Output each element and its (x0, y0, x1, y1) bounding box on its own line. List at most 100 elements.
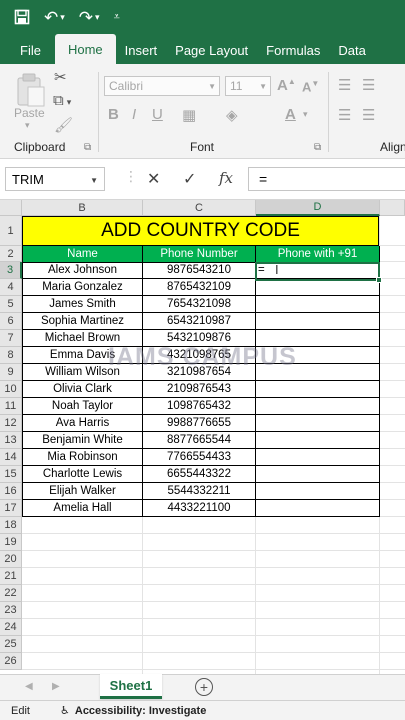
row-header-5[interactable]: 5 (0, 296, 22, 313)
phone-91-cell[interactable] (256, 347, 380, 364)
redo-icon[interactable]: ↷ ▾ (79, 9, 100, 26)
name-cell[interactable]: Amelia Hall (22, 500, 143, 517)
chevron-down-icon[interactable]: ▼ (90, 176, 98, 185)
borders-icon[interactable]: ▦ (182, 106, 196, 124)
select-all-corner[interactable] (0, 200, 22, 216)
align-top-icon[interactable]: ☰ (338, 76, 351, 94)
phone-91-cell[interactable] (256, 398, 380, 415)
row-header-21[interactable]: 21 (0, 568, 22, 585)
save-icon[interactable] (14, 9, 30, 25)
phone-cell[interactable]: 1098765432 (143, 398, 256, 415)
name-cell[interactable]: Ava Harris (22, 415, 143, 432)
phone-cell[interactable]: 7654321098 (143, 296, 256, 313)
row-header-12[interactable]: 12 (0, 415, 22, 432)
name-cell[interactable]: Mia Robinson (22, 449, 143, 466)
row-header-26[interactable]: 26 (0, 653, 22, 670)
tab-formulas[interactable]: Formulas (257, 36, 329, 64)
column-header-e[interactable] (380, 200, 405, 216)
phone-cell[interactable]: 6655443322 (143, 466, 256, 483)
row-header-6[interactable]: 6 (0, 313, 22, 330)
name-cell[interactable]: Noah Taylor (22, 398, 143, 415)
row-header-8[interactable]: 8 (0, 347, 22, 364)
name-cell[interactable]: Charlotte Lewis (22, 466, 143, 483)
phone-91-cell[interactable] (256, 330, 380, 347)
font-launcher-icon[interactable]: ⧉ (314, 142, 321, 153)
phone-91-cell[interactable] (256, 449, 380, 466)
name-box[interactable]: TRIM ▼ (5, 167, 105, 191)
tab-insert[interactable]: Insert (116, 36, 167, 64)
phone-91-cell[interactable] (256, 466, 380, 483)
undo-dropdown-icon[interactable]: ▾ (60, 12, 65, 22)
tab-file[interactable]: File (0, 36, 55, 64)
phone-91-cell[interactable] (256, 432, 380, 449)
row-header-4[interactable]: 4 (0, 279, 22, 296)
undo-icon[interactable]: ↶ ▾ (44, 9, 65, 26)
redo-dropdown-icon[interactable]: ▾ (95, 12, 100, 22)
sheet-next-icon[interactable]: ▶ (52, 681, 60, 692)
row-header-18[interactable]: 18 (0, 517, 22, 534)
phone-cell[interactable]: 7766554433 (143, 449, 256, 466)
add-sheet-icon[interactable]: + (195, 678, 213, 696)
row-header-11[interactable]: 11 (0, 398, 22, 415)
fill-handle[interactable] (376, 277, 382, 283)
row-header-15[interactable]: 15 (0, 466, 22, 483)
underline-icon[interactable]: U (152, 106, 163, 123)
header-cell-name[interactable]: Name (22, 246, 143, 263)
row-header-19[interactable]: 19 (0, 534, 22, 551)
name-cell[interactable]: Olivia Clark (22, 381, 143, 398)
name-cell[interactable]: Maria Gonzalez (22, 279, 143, 296)
tab-data[interactable]: Data (329, 36, 374, 64)
row-header-22[interactable]: 22 (0, 585, 22, 602)
tab-page-layout[interactable]: Page Layout (166, 36, 257, 64)
increase-font-icon[interactable]: A▲ (277, 77, 296, 94)
phone-cell[interactable]: 9988776655 (143, 415, 256, 432)
customize-icon[interactable]: ⩡ (114, 11, 120, 23)
row-header-3[interactable]: 3 (0, 262, 22, 279)
phone-91-cell[interactable] (256, 313, 380, 330)
row-header-9[interactable]: 9 (0, 364, 22, 381)
accessibility-status[interactable]: ♿ Accessibility: Investigate (60, 704, 206, 718)
font-name-box[interactable]: Calibri ▼ (104, 76, 220, 96)
name-cell[interactable]: William Wilson (22, 364, 143, 381)
phone-cell[interactable]: 2109876543 (143, 381, 256, 398)
row-header-2[interactable]: 2 (0, 246, 22, 262)
row-header-23[interactable]: 23 (0, 602, 22, 619)
phone-91-cell[interactable] (256, 483, 380, 500)
spreadsheet-grid[interactable]: B C D 1 2 3 4 5 6 7 8 9 10 11 12 13 14 15 16 17 18 19 20 21 2… (0, 200, 405, 674)
sheet-title-cell[interactable]: ADD COUNTRY CODE (22, 216, 379, 246)
align-middle-icon[interactable]: ☰ (362, 76, 375, 94)
name-cell[interactable]: James Smith (22, 296, 143, 313)
fill-color-icon[interactable]: ◈ (226, 106, 238, 124)
phone-cell[interactable]: 6543210987 (143, 313, 256, 330)
phone-cell[interactable]: 5544332211 (143, 483, 256, 500)
phone-91-cell[interactable] (256, 500, 380, 517)
phone-cell[interactable]: 9876543210 (143, 262, 256, 279)
row-header-20[interactable]: 20 (0, 551, 22, 568)
name-cell[interactable]: Benjamin White (22, 432, 143, 449)
align-center-icon[interactable]: ☰ (362, 106, 375, 124)
phone-91-cell[interactable] (256, 381, 380, 398)
cancel-icon[interactable]: ✕ (147, 169, 160, 189)
cut-icon[interactable]: ✂ (54, 68, 67, 86)
italic-icon[interactable]: I (132, 106, 136, 123)
paste-icon[interactable] (12, 72, 48, 110)
decrease-font-icon[interactable]: A▼ (302, 79, 319, 94)
column-header-d[interactable]: D (256, 200, 380, 216)
fx-icon[interactable]: fx (219, 169, 233, 187)
name-cell[interactable]: Michael Brown (22, 330, 143, 347)
phone-cell[interactable]: 3210987654 (143, 364, 256, 381)
format-painter-icon[interactable]: 🖌 (54, 116, 73, 134)
name-cell[interactable]: Sophia Martinez (22, 313, 143, 330)
row-header-17[interactable]: 17 (0, 500, 22, 517)
header-cell-phone-91[interactable]: Phone with +91 (256, 246, 380, 263)
sheet-tab-sheet1[interactable]: Sheet1 (100, 674, 162, 699)
paste-dropdown-icon[interactable]: ▾ (25, 120, 30, 131)
phone-91-cell[interactable] (256, 296, 380, 313)
phone-91-cell[interactable] (256, 279, 380, 296)
name-cell[interactable]: Emma Davis (22, 347, 143, 364)
phone-cell[interactable]: 8877665544 (143, 432, 256, 449)
name-cell[interactable]: Elijah Walker (22, 483, 143, 500)
row-header-25[interactable]: 25 (0, 636, 22, 653)
align-left-icon[interactable]: ☰ (338, 106, 351, 124)
font-color-dropdown-icon[interactable]: ▾ (303, 109, 308, 120)
